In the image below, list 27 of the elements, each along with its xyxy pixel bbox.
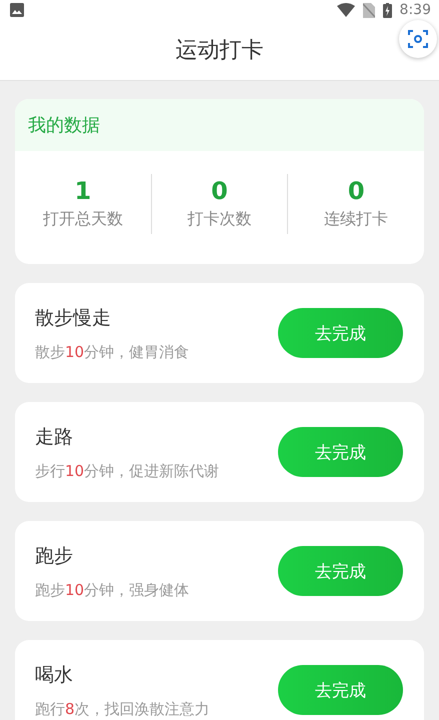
screen-search-button[interactable] (399, 20, 437, 58)
complete-button[interactable]: 去完成 (278, 308, 403, 358)
stat-value: 0 (211, 177, 228, 205)
stat-label: 连续打卡 (324, 209, 388, 230)
stat-label: 打卡次数 (188, 209, 252, 230)
section-title: 我的数据 (28, 114, 100, 137)
battery-icon (382, 2, 392, 18)
task-name: 喝水 (35, 662, 74, 688)
complete-button[interactable]: 去完成 (278, 665, 403, 715)
task-name: 散步慢走 (35, 306, 112, 330)
no-sim-icon (362, 2, 375, 18)
stat-label: 打开总天数 (42, 209, 123, 230)
task-description: 跑行8次，找回涣散注意力 (35, 700, 210, 718)
task-description: 跑步10分钟，强身健体 (35, 580, 190, 600)
stat-value: 0 (348, 177, 365, 205)
stat-value: 1 (74, 177, 92, 205)
complete-button[interactable]: 去完成 (278, 427, 403, 477)
complete-button[interactable]: 去完成 (278, 546, 403, 596)
task-name: 走路 (35, 424, 74, 450)
task-description: 散步10分钟，健胃消食 (35, 342, 190, 362)
task-name: 跑步 (35, 544, 74, 568)
wifi-icon (336, 3, 355, 17)
image-icon (10, 3, 24, 17)
page-title: 运动打卡 (176, 37, 264, 65)
task-description: 步行10分钟，促进新陈代谢 (35, 462, 220, 480)
status-time: 8:39 (400, 2, 431, 18)
scan-icon (408, 29, 428, 49)
